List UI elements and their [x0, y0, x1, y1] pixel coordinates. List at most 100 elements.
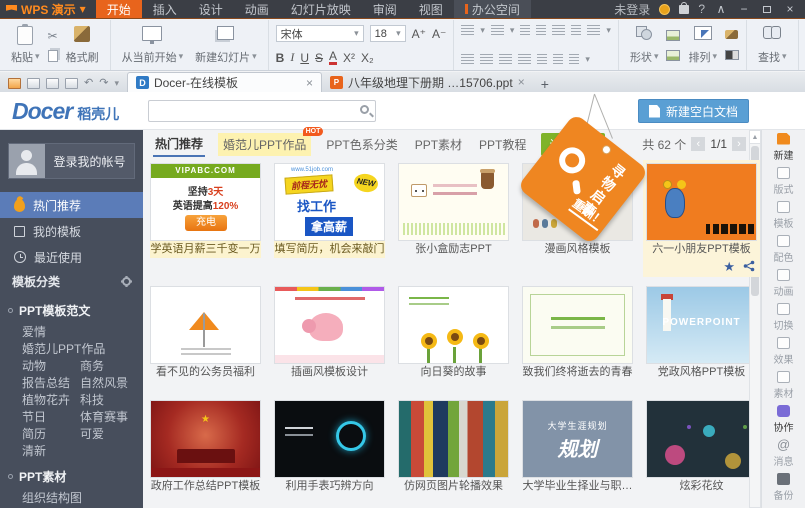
- font-name-select[interactable]: 宋体▾: [276, 25, 364, 42]
- right-tool-template[interactable]: 模板: [762, 198, 805, 232]
- open-icon[interactable]: [8, 78, 21, 89]
- prev-page-button[interactable]: ‹: [691, 137, 705, 151]
- print-icon[interactable]: [46, 78, 59, 89]
- sidebar-item-hot[interactable]: 热门推荐: [0, 192, 143, 218]
- right-tool-messages[interactable]: @ 消息: [762, 436, 805, 470]
- scroll-up-arrow[interactable]: ▲: [750, 131, 760, 144]
- search-icon[interactable]: [360, 105, 369, 114]
- category-report[interactable]: 报告总结: [22, 376, 80, 390]
- new-slide-button[interactable]: 新建幻灯片▾: [191, 24, 261, 67]
- close-tab-icon[interactable]: ×: [306, 76, 313, 90]
- template-card[interactable]: 利用手表巧辨方向: [274, 400, 385, 495]
- distribute-icon[interactable]: [537, 54, 547, 65]
- template-card[interactable]: 漫画风格模板: [522, 163, 633, 274]
- menu-tab-slideshow[interactable]: 幻灯片放映: [280, 0, 362, 18]
- login-status[interactable]: 未登录: [614, 1, 650, 18]
- right-tool-backup[interactable]: 备份: [762, 470, 805, 504]
- login-button[interactable]: 登录我的帐号: [45, 144, 134, 178]
- indent-right-icon[interactable]: [569, 54, 579, 65]
- sidebar-item-my-templates[interactable]: 我的模板: [0, 218, 143, 244]
- menu-tab-insert[interactable]: 插入: [142, 0, 188, 18]
- close-button[interactable]: ×: [783, 2, 797, 16]
- right-tool-animation[interactable]: 动画: [762, 266, 805, 300]
- menu-tab-home[interactable]: 开始: [96, 0, 142, 18]
- bold-button[interactable]: B: [276, 51, 285, 65]
- indent-left-icon[interactable]: [553, 54, 563, 65]
- numbering-icon[interactable]: [491, 25, 504, 36]
- subscript-button[interactable]: X₂: [361, 51, 374, 65]
- text-direction-icon[interactable]: [571, 25, 581, 36]
- maximize-button[interactable]: [760, 2, 774, 16]
- template-card[interactable]: 插画风模板设计: [274, 286, 385, 381]
- superscript-button[interactable]: X²: [343, 51, 355, 65]
- category-resume[interactable]: 简历: [22, 427, 80, 441]
- content-tab-hot[interactable]: 热门推荐: [153, 132, 205, 157]
- category-animal[interactable]: 动物: [22, 359, 80, 373]
- category-plants[interactable]: 植物花卉: [22, 393, 80, 407]
- increase-indent-icon[interactable]: [536, 25, 546, 36]
- template-card[interactable]: 看不见的公务员福利: [150, 286, 261, 381]
- line-spacing-icon[interactable]: [552, 25, 565, 36]
- menu-tab-view[interactable]: 视图: [408, 0, 454, 18]
- content-tab-colors[interactable]: PPT色系分类: [324, 133, 399, 156]
- charge-button[interactable]: 充电: [185, 215, 227, 231]
- right-tool-new[interactable]: 新建: [762, 130, 805, 164]
- share-icon[interactable]: [743, 260, 755, 272]
- align-left-icon[interactable]: [461, 54, 474, 65]
- chevron-down-icon[interactable]: ▾: [114, 78, 119, 89]
- grow-font-button[interactable]: A⁺: [412, 27, 426, 41]
- sidebar-item-recent[interactable]: 最近使用: [0, 244, 143, 270]
- category-org-chart[interactable]: 组织结构图: [22, 491, 143, 505]
- shop-icon[interactable]: [679, 5, 689, 14]
- italic-button[interactable]: I: [290, 50, 294, 65]
- scissors-icon[interactable]: ✂: [48, 29, 58, 43]
- shapes-button[interactable]: 形状▾: [626, 24, 663, 67]
- category-nature[interactable]: 自然风景: [80, 376, 143, 390]
- paste-button[interactable]: 粘贴▾: [7, 24, 44, 67]
- search-input[interactable]: [148, 100, 376, 122]
- find-button[interactable]: 查找▾: [754, 24, 791, 67]
- decrease-indent-icon[interactable]: [520, 25, 530, 36]
- menu-tab-animation[interactable]: 动画: [234, 0, 280, 18]
- strikethrough-button[interactable]: S: [315, 51, 323, 65]
- lucky-button[interactable]: 试试手气: [541, 133, 605, 156]
- template-card[interactable]: 致我们终将逝去的青春: [522, 286, 633, 381]
- ad-card-vipabc[interactable]: VIPABC.COM 坚持3天 英语提高120% 充电 学英语月薪三千变一万: [150, 163, 261, 274]
- template-card[interactable]: 大学生涯规划 规划 大学毕业生择业与职…: [522, 400, 633, 495]
- wps-menu-button[interactable]: WPS 演示 ▾: [0, 0, 96, 18]
- align-center-icon[interactable]: [480, 54, 493, 65]
- preview-icon[interactable]: [65, 78, 78, 89]
- align-right-icon[interactable]: [499, 54, 512, 65]
- undo-icon[interactable]: ↶: [84, 78, 93, 89]
- minimize-button[interactable]: −: [737, 2, 751, 16]
- collapse-ribbon-button[interactable]: ∧: [714, 2, 728, 16]
- points-icon[interactable]: [659, 4, 670, 15]
- template-card[interactable]: 张小盒励志PPT: [398, 163, 509, 274]
- gear-icon[interactable]: [122, 277, 131, 286]
- underline-button[interactable]: U: [300, 51, 309, 65]
- content-tab-fanr[interactable]: 婚范儿PPT作品 HOT: [218, 133, 311, 156]
- menu-tab-review[interactable]: 审阅: [362, 0, 408, 18]
- template-card[interactable]: 仿网页图片轮播效果: [398, 400, 509, 495]
- template-card[interactable]: ★ 政府工作总结PPT模板: [150, 400, 261, 495]
- template-card[interactable]: 向日葵的故事: [398, 286, 509, 381]
- arrange-button[interactable]: 排列▾: [684, 24, 721, 67]
- new-blank-document-button[interactable]: 新建空白文档: [638, 99, 749, 123]
- right-tool-colors[interactable]: 配色: [762, 232, 805, 266]
- bullets-icon[interactable]: [461, 25, 474, 36]
- help-icon[interactable]: ?: [698, 2, 705, 16]
- redo-icon[interactable]: ↷: [99, 78, 108, 89]
- fill-color-icon[interactable]: [725, 50, 739, 60]
- paint-icon[interactable]: [725, 30, 738, 39]
- category-business[interactable]: 商务: [80, 359, 143, 373]
- category-love[interactable]: 爱情: [22, 325, 143, 339]
- category-fanr-works[interactable]: 婚范儿PPT作品: [22, 342, 143, 356]
- tab-docer-templates[interactable]: D Docer-在线模板 ×: [127, 72, 322, 92]
- right-tool-transition[interactable]: 切换: [762, 300, 805, 334]
- template-card[interactable]: 炫彩花纹: [646, 400, 757, 495]
- section-ppt-templates[interactable]: PPT模板范文: [0, 298, 143, 323]
- right-tool-collaborate[interactable]: 协作: [762, 402, 805, 436]
- save-icon[interactable]: [27, 78, 40, 89]
- ad-card-51job[interactable]: www.51job.com 前程无忧 NEW 找工作 拿高薪 填写简历，机会来敲…: [274, 163, 385, 274]
- template-card-selected[interactable]: 六一小朋友PPT模板 ★: [643, 160, 760, 277]
